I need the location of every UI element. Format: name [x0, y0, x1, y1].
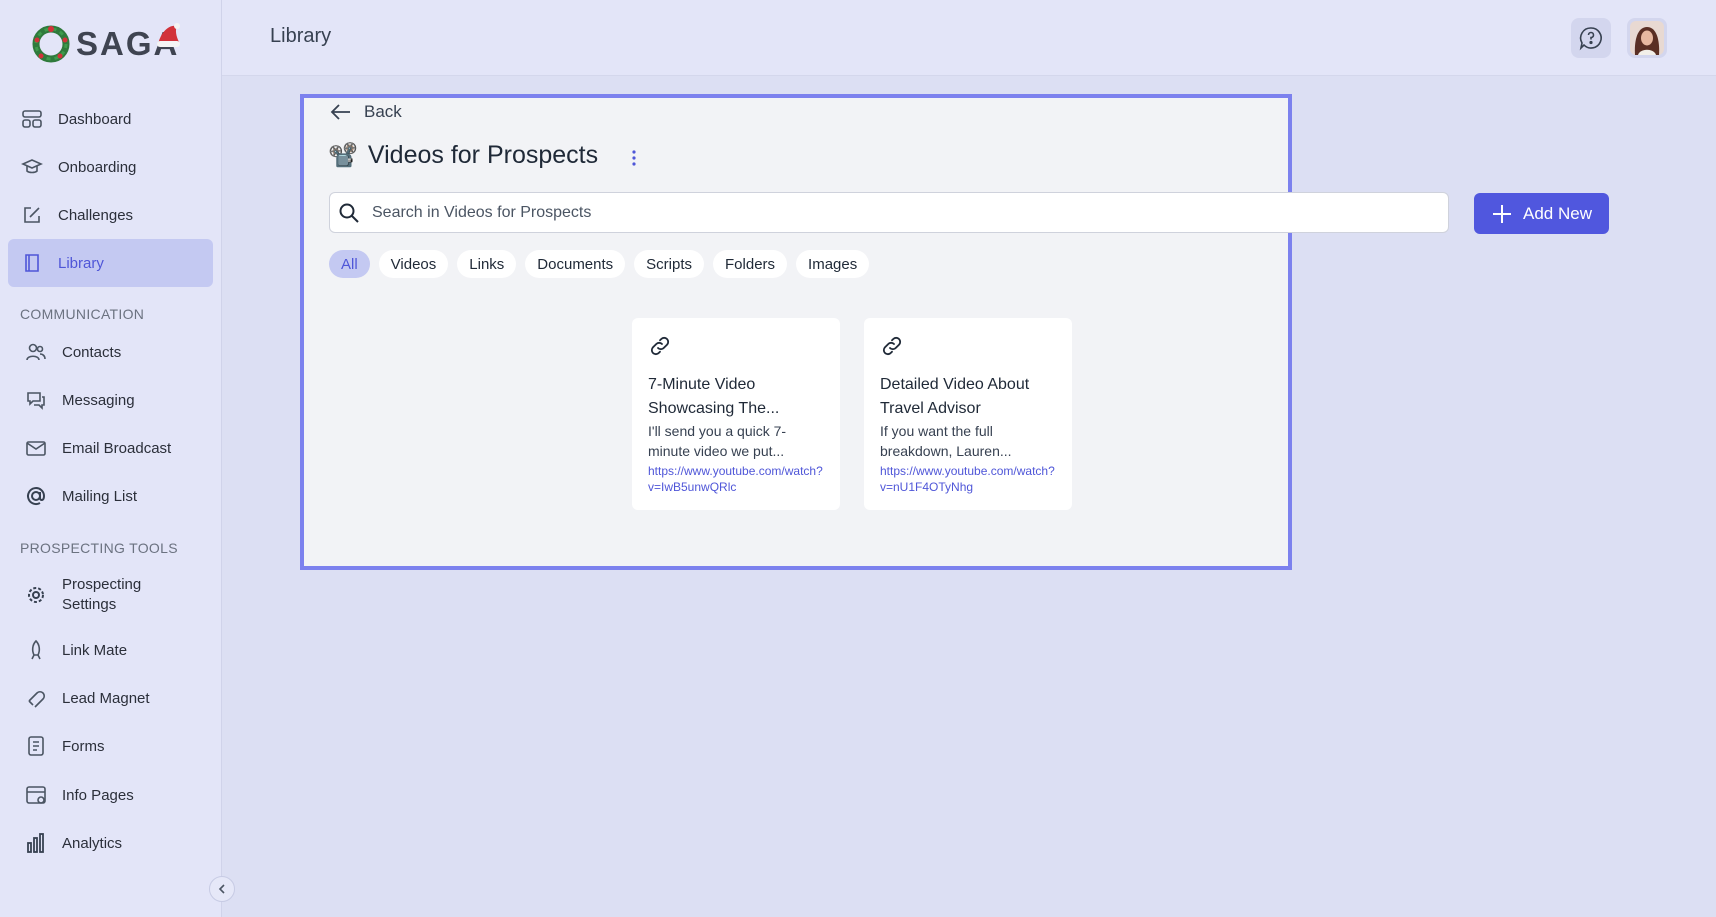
gear-icon	[24, 583, 48, 607]
sidebar-item-label: Prospecting Settings	[62, 575, 141, 615]
section-title-communication: COMMUNICATION	[20, 306, 145, 322]
folder-title: Videos for Prospects	[367, 141, 599, 169]
sidebar-item-label: Forms	[62, 737, 105, 755]
card-title: Detailed Video About Travel Advisor	[880, 373, 1056, 421]
card-desc-line-1: If you want the full	[880, 423, 993, 439]
top-header: Library	[222, 0, 1716, 76]
chat-bubbles-icon	[24, 388, 48, 412]
sidebar-item-label: Dashboard	[58, 110, 132, 128]
sidebar-item-onboarding[interactable]: Onboarding	[8, 143, 213, 191]
filter-all[interactable]: All	[329, 250, 370, 278]
plus-icon	[1493, 204, 1511, 223]
sidebar-item-label: Challenges	[58, 206, 134, 224]
search-input[interactable]	[370, 202, 1448, 223]
card-description: I'll send you a quick 7- minute video we …	[648, 421, 824, 461]
card-desc-line-2: breakdown, Lauren...	[880, 443, 1012, 459]
filter-folders[interactable]: Folders	[713, 250, 788, 278]
sidebar-item-analytics[interactable]: Analytics	[8, 819, 213, 867]
arrow-left-icon	[330, 104, 350, 120]
collapse-sidebar-button[interactable]	[209, 876, 235, 902]
filter-chips: All Videos Links Documents Scripts Folde…	[329, 250, 870, 278]
users-icon	[24, 340, 48, 364]
chevron-left-icon	[218, 884, 225, 894]
add-new-button[interactable]: Add New	[1474, 193, 1609, 234]
back-button[interactable]: Back	[330, 102, 402, 122]
sidebar: SAGA Dashboard Onboarding Challenges Lib…	[0, 0, 235, 917]
sidebar-item-label: Email Broadcast	[62, 439, 172, 457]
film-projector-icon: 📽️	[328, 142, 358, 169]
sidebar-item-mailing-list[interactable]: Mailing List	[8, 472, 213, 520]
wreath-icon	[32, 25, 70, 63]
sidebar-item-lead-magnet[interactable]: Lead Magnet	[8, 674, 213, 722]
info-page-icon	[24, 783, 48, 807]
filter-scripts[interactable]: Scripts	[634, 250, 705, 278]
logo[interactable]: SAGA	[30, 22, 180, 66]
page-title: Library	[270, 25, 332, 47]
rocket-icon	[24, 638, 48, 662]
graduation-cap-icon	[20, 155, 44, 179]
help-button[interactable]	[1571, 18, 1611, 58]
filter-images[interactable]: Images	[796, 250, 870, 278]
sidebar-item-label: Onboarding	[58, 158, 137, 176]
at-sign-icon	[24, 484, 48, 508]
card-title: 7-Minute Video Showcasing The...	[648, 373, 824, 421]
label-line-1: Prospecting	[62, 576, 142, 593]
bar-chart-icon	[24, 831, 48, 855]
label-line-2: Settings	[62, 596, 117, 613]
sidebar-item-label: Lead Magnet	[62, 689, 150, 707]
card-title-line-2: Showcasing The...	[648, 400, 780, 417]
sidebar-item-label: Messaging	[62, 391, 135, 409]
card-title-line-2: Travel Advisor	[880, 400, 981, 417]
santa-hat-icon	[157, 23, 180, 47]
back-label: Back	[364, 102, 402, 121]
link-icon	[648, 334, 824, 363]
sidebar-item-label: Contacts	[62, 343, 122, 361]
search-bar[interactable]	[329, 192, 1449, 233]
sidebar-item-link-mate[interactable]: Link Mate	[8, 626, 213, 674]
library-card[interactable]: 7-Minute Video Showcasing The... I'll sen…	[632, 318, 840, 510]
add-new-label: Add New	[1523, 203, 1592, 223]
sidebar-item-label: Analytics	[62, 834, 123, 852]
book-icon	[20, 251, 44, 275]
edit-square-icon	[20, 203, 44, 227]
sidebar-item-label: Info Pages	[62, 786, 134, 804]
card-title-line-1: Detailed Video About	[880, 376, 1030, 393]
kebab-menu-icon	[632, 150, 636, 166]
sidebar-item-library[interactable]: Library	[8, 239, 213, 287]
sidebar-item-dashboard[interactable]: Dashboard	[8, 95, 213, 143]
dashboard-icon	[20, 107, 44, 131]
magnet-icon	[24, 686, 48, 710]
filter-videos[interactable]: Videos	[378, 250, 449, 278]
card-desc-line-1: I'll send you a quick 7-	[648, 423, 787, 439]
sidebar-item-label: Library	[58, 254, 104, 272]
sidebar-item-contacts[interactable]: Contacts	[8, 328, 213, 376]
sidebar-item-challenges[interactable]: Challenges	[8, 191, 213, 239]
card-url[interactable]: https://www.youtube.com/watch?v=IwB5unwQ…	[648, 463, 824, 495]
filter-documents[interactable]: Documents	[525, 250, 626, 278]
form-icon	[24, 734, 48, 758]
sidebar-item-prospecting-settings[interactable]: Prospecting Settings	[8, 570, 213, 620]
card-url[interactable]: https://www.youtube.com/watch?v=nU1F4OTy…	[880, 463, 1056, 495]
sidebar-item-label: Mailing List	[62, 487, 138, 505]
sidebar-item-label: Link Mate	[62, 641, 128, 659]
card-description: If you want the full breakdown, Lauren...	[880, 421, 1056, 461]
card-desc-line-2: minute video we put...	[648, 443, 785, 459]
link-icon	[880, 334, 1056, 363]
filter-links[interactable]: Links	[457, 250, 517, 278]
sidebar-item-info-pages[interactable]: Info Pages	[8, 771, 213, 819]
chat-question-icon	[1579, 27, 1602, 51]
section-title-prospecting: PROSPECTING TOOLS	[20, 540, 178, 556]
user-avatar-icon	[1630, 21, 1664, 55]
sidebar-item-forms[interactable]: Forms	[8, 722, 213, 770]
search-icon	[338, 202, 360, 224]
card-title-line-1: 7-Minute Video	[648, 376, 756, 393]
mail-icon	[24, 436, 48, 460]
library-card[interactable]: Detailed Video About Travel Advisor If yo…	[864, 318, 1072, 510]
sidebar-item-messaging[interactable]: Messaging	[8, 376, 213, 424]
avatar[interactable]	[1627, 18, 1667, 58]
sidebar-item-email-broadcast[interactable]: Email Broadcast	[8, 424, 213, 472]
more-options-button[interactable]	[628, 148, 640, 173]
folder-title-row: 📽️ Videos for Prospects	[328, 141, 598, 170]
